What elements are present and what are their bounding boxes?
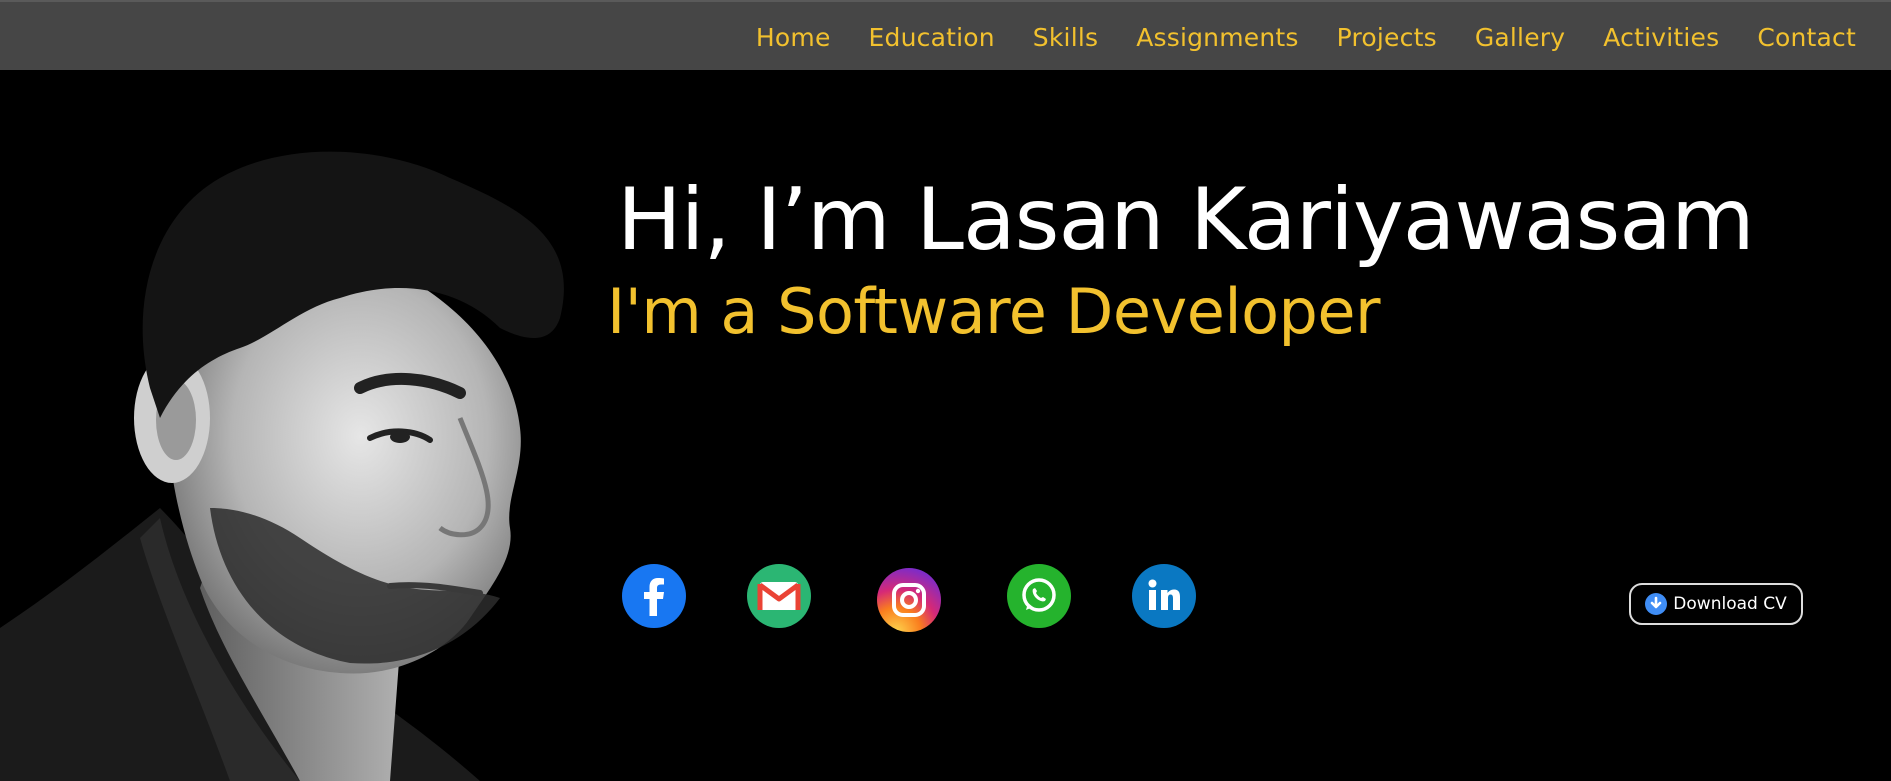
top-navbar: Home Education Skills Assignments Projec… (0, 0, 1891, 70)
nav-activities[interactable]: Activities (1603, 23, 1719, 52)
hero-headline: Hi, I’m Lasan Kariyawasam (617, 170, 1755, 270)
nav-home[interactable]: Home (756, 23, 831, 52)
hero-subline: I'm a Software Developer (607, 275, 1381, 348)
nav-menu: Home Education Skills Assignments Projec… (756, 2, 1856, 72)
linkedin-icon[interactable] (1132, 564, 1196, 628)
download-icon (1645, 593, 1668, 615)
instagram-icon[interactable] (877, 568, 941, 632)
hero-section: Hi, I’m Lasan Kariyawasam I'm a Software… (0, 70, 1891, 781)
nav-projects[interactable]: Projects (1337, 23, 1437, 52)
whatsapp-icon[interactable] (1007, 564, 1071, 628)
nav-assignments[interactable]: Assignments (1136, 23, 1298, 52)
profile-portrait (0, 151, 564, 781)
facebook-icon[interactable] (622, 564, 686, 628)
nav-gallery[interactable]: Gallery (1475, 23, 1565, 52)
gmail-icon[interactable] (747, 564, 811, 628)
download-cv-label: Download CV (1673, 594, 1787, 614)
download-cv-button[interactable]: Download CV (1629, 583, 1803, 625)
nav-skills[interactable]: Skills (1033, 23, 1098, 52)
nav-contact[interactable]: Contact (1757, 23, 1856, 52)
nav-education[interactable]: Education (869, 23, 995, 52)
